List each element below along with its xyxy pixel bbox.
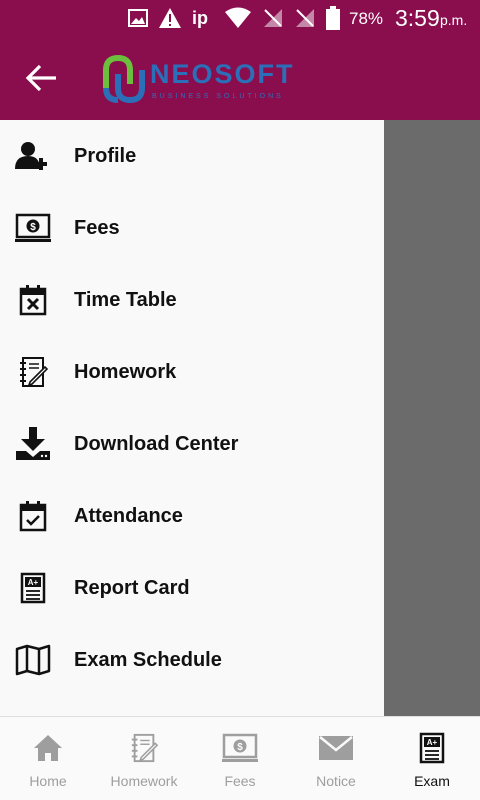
notebook-pencil-icon xyxy=(14,354,52,390)
money-icon: $ xyxy=(14,210,52,246)
drawer-item-label: Time Table xyxy=(74,288,177,311)
calendar-x-icon xyxy=(14,282,52,318)
download-icon xyxy=(14,426,52,462)
drawer-item-label: Homework xyxy=(74,360,177,383)
svg-text:A+: A+ xyxy=(28,578,39,587)
drawer-item-attendance[interactable]: Attendance xyxy=(0,480,384,552)
clock-time: 3:59 xyxy=(395,5,440,31)
arrow-left-icon xyxy=(25,64,56,92)
ip-indicator: ip xyxy=(192,7,208,28)
drawer-item-report-card[interactable]: A+ Report Card xyxy=(0,552,384,624)
drawer-item-exam-schedule[interactable]: Exam Schedule xyxy=(0,624,384,696)
drawer-scrim[interactable] xyxy=(384,120,480,716)
no-signal-icon xyxy=(264,9,282,27)
battery-percentage: 78% xyxy=(349,9,384,28)
drawer-item-partial[interactable] xyxy=(0,696,384,716)
money-icon: $ xyxy=(222,731,258,765)
report-card-icon: A+ xyxy=(414,731,450,765)
drawer-item-label: Attendance xyxy=(74,504,183,527)
drawer-item-time-table[interactable]: Time Table xyxy=(0,264,384,336)
navigation-drawer: Profile $ Fees Time Table Homework Downl… xyxy=(0,120,384,716)
logo-tagline: BUSINESS SOLUTIONS xyxy=(152,93,284,100)
wifi-icon xyxy=(225,7,251,28)
nav-label: Fees xyxy=(224,773,256,789)
report-card-icon: A+ xyxy=(14,570,52,606)
nav-label: Notice xyxy=(316,773,356,789)
svg-text:$: $ xyxy=(237,742,243,753)
home-icon xyxy=(30,731,66,765)
drawer-item-download-center[interactable]: Download Center xyxy=(0,408,384,480)
svg-text:$: $ xyxy=(30,222,36,233)
nav-fees[interactable]: $ Fees xyxy=(192,717,288,800)
nav-label: Exam xyxy=(414,773,450,789)
logo-text: NEOSOFT xyxy=(150,59,295,89)
drawer-item-profile[interactable]: Profile xyxy=(0,120,384,192)
nav-home[interactable]: Home xyxy=(0,717,96,800)
drawer-item-label: Exam Schedule xyxy=(74,648,222,671)
bottom-navigation: Home Homework $ Fees Notice A+ Exam xyxy=(0,716,480,800)
drawer-item-label: Fees xyxy=(74,216,120,239)
drawer-item-fees[interactable]: $ Fees xyxy=(0,192,384,264)
no-signal-icon-2 xyxy=(296,9,314,27)
image-icon xyxy=(128,9,148,27)
notebook-pencil-icon xyxy=(126,731,162,765)
battery-icon xyxy=(326,6,340,30)
calendar-check-icon xyxy=(14,498,52,534)
drawer-item-label: Download Center xyxy=(74,432,239,455)
back-button[interactable] xyxy=(22,58,62,98)
mail-icon xyxy=(318,731,354,765)
map-icon xyxy=(14,642,52,678)
nav-label: Home xyxy=(29,773,67,789)
app-bar: NEOSOFT BUSINESS SOLUTIONS xyxy=(0,36,480,120)
nav-homework[interactable]: Homework xyxy=(96,717,192,800)
drawer-item-label: Report Card xyxy=(74,576,190,599)
warning-icon xyxy=(159,8,181,28)
nav-notice[interactable]: Notice xyxy=(288,717,384,800)
status-icons: ip xyxy=(128,6,340,30)
add-user-icon xyxy=(14,138,52,174)
drawer-item-label: Profile xyxy=(74,144,137,167)
svg-text:A+: A+ xyxy=(427,738,438,747)
nav-label: Homework xyxy=(110,773,178,789)
status-bar: ip 78% 3:59 p.m. xyxy=(0,0,480,36)
nav-exam[interactable]: A+ Exam xyxy=(384,717,480,800)
clock-ampm: p.m. xyxy=(440,12,468,28)
neosoft-logo: NEOSOFT BUSINESS SOLUTIONS xyxy=(102,54,302,104)
drawer-item-homework[interactable]: Homework xyxy=(0,336,384,408)
